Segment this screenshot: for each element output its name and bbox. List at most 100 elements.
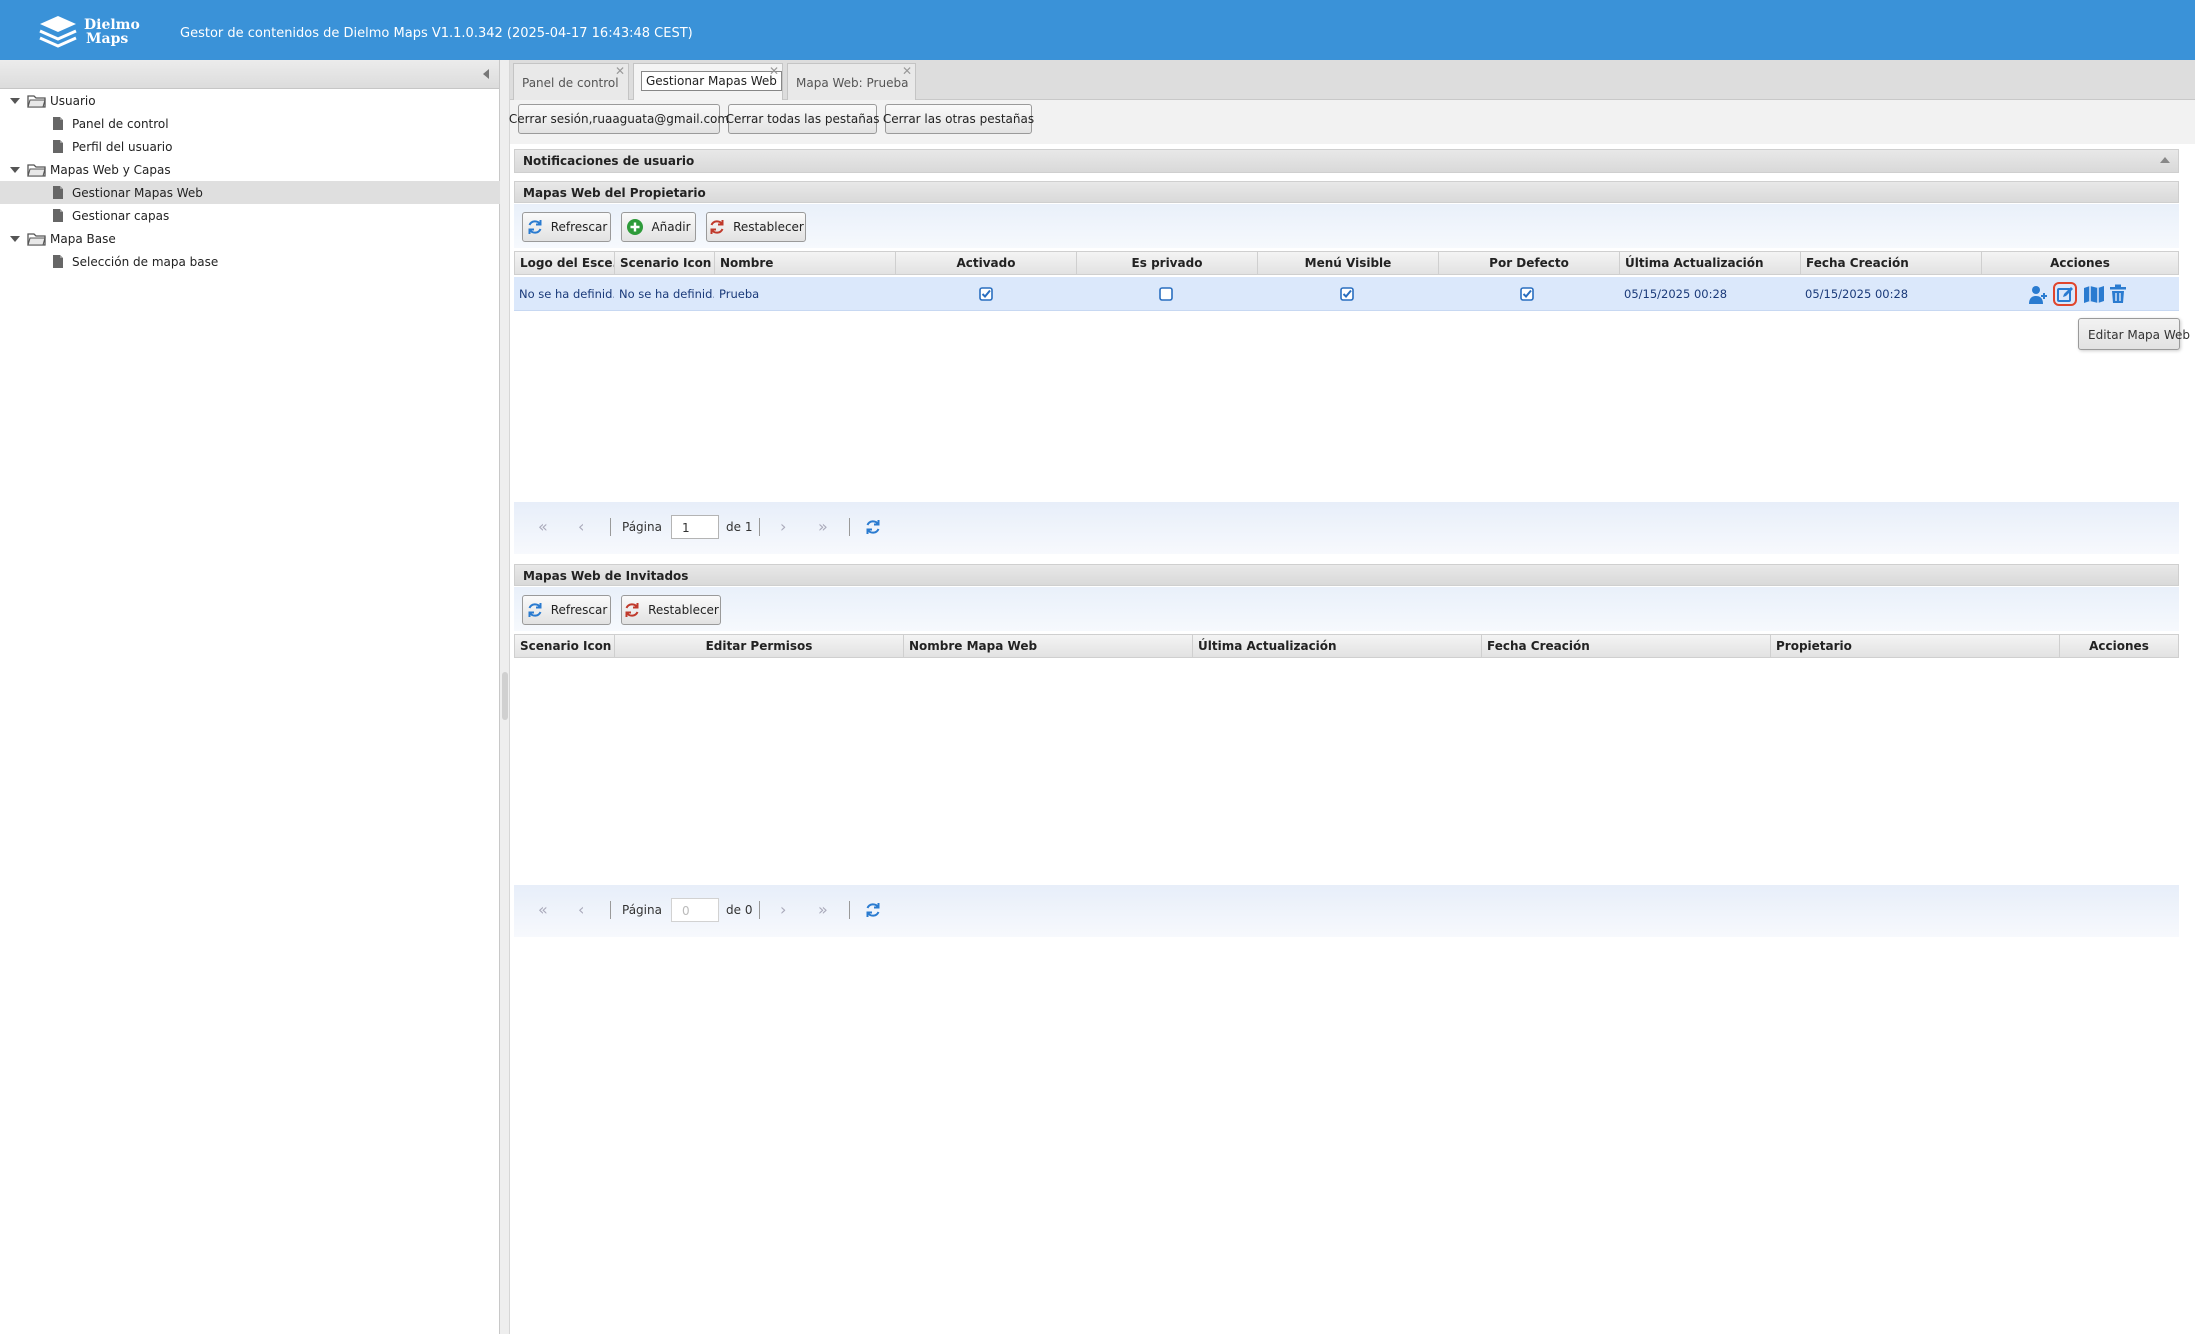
prev-page-icon[interactable]: ‹ <box>578 517 584 536</box>
expand-arrow-icon[interactable] <box>10 98 20 104</box>
column-header-acciones[interactable]: Acciones <box>2060 635 2178 657</box>
column-header-acciones[interactable]: Acciones <box>1982 252 2178 274</box>
por-defecto-checkbox-checked-icon[interactable] <box>1520 287 1534 301</box>
pager-separator <box>610 901 611 919</box>
folder-open-icon <box>27 164 46 177</box>
reload-icon[interactable] <box>864 901 882 919</box>
prev-page-icon[interactable]: ‹ <box>578 900 584 919</box>
expand-arrow-icon[interactable] <box>10 236 20 242</box>
add-button[interactable]: Añadir <box>621 212 696 242</box>
column-header-activado[interactable]: Activado <box>896 252 1077 274</box>
refresh-button[interactable]: Refrescar <box>522 212 611 242</box>
document-icon <box>53 140 63 153</box>
menu-visible-checkbox-checked-icon[interactable] <box>1340 287 1354 301</box>
tab-panel-de-control[interactable]: Panel de control ✕ <box>513 63 629 100</box>
column-header-propietario[interactable]: Propietario <box>1771 635 2060 657</box>
page-label: Página <box>622 903 662 917</box>
app-header: Dielmo Maps Gestor de contenidos de Diel… <box>0 0 2195 60</box>
reset-button[interactable]: Restablecer <box>706 212 806 242</box>
tab-bar: Panel de control ✕ Gestionar Mapas Web ✕… <box>510 60 2195 100</box>
column-header-ultima-actualizacion[interactable]: Última Actualización <box>1193 635 1482 657</box>
dielmo-logo-icon <box>39 16 77 48</box>
tree-item-gestionar-mapas-web[interactable]: Gestionar Mapas Web <box>0 181 500 204</box>
last-page-icon[interactable]: » <box>818 900 828 919</box>
edit-map-highlight[interactable] <box>2053 282 2077 306</box>
close-icon[interactable]: ✕ <box>769 65 779 77</box>
es-privado-checkbox-unchecked-icon[interactable] <box>1159 287 1173 301</box>
column-header-editar-permisos[interactable]: Editar Permisos <box>615 635 904 657</box>
tree-item-seleccion-mapa-base[interactable]: Selección de mapa base <box>0 250 500 273</box>
tab-label: Mapa Web: Prueba <box>796 76 909 90</box>
column-header-por-defecto[interactable]: Por Defecto <box>1439 252 1620 274</box>
close-all-tabs-button[interactable]: Cerrar todas las pestañas <box>726 104 879 134</box>
owner-maps-panel-header: Mapas Web del Propietario <box>514 181 2179 203</box>
expand-arrow-icon[interactable] <box>10 167 20 173</box>
tree-item-label: Mapas Web y Capas <box>50 162 171 177</box>
close-other-tabs-button[interactable]: Cerrar las otras pestañas <box>883 104 1034 134</box>
collapse-panel-icon[interactable] <box>483 69 489 79</box>
reset-icon <box>625 603 639 617</box>
page-number-input[interactable]: 1 <box>671 515 719 539</box>
column-header-fecha-creacion[interactable]: Fecha Creación <box>1482 635 1771 657</box>
reload-icon[interactable] <box>864 518 882 536</box>
close-icon[interactable]: ✕ <box>615 65 625 77</box>
activado-checkbox-checked-icon[interactable] <box>979 287 993 301</box>
cell-nombre: Prueba <box>719 287 760 301</box>
tab-mapa-web-prueba[interactable]: Mapa Web: Prueba ✕ <box>787 63 916 100</box>
next-page-icon[interactable]: › <box>780 900 786 919</box>
tree-item-usuario[interactable]: Usuario <box>0 89 500 112</box>
tab-gestionar-mapas-web[interactable]: Gestionar Mapas Web ✕ <box>633 63 783 100</box>
guest-maps-grid-header: Scenario Icon Editar Permisos Nombre Map… <box>514 634 2179 658</box>
guest-maps-toolbar <box>514 587 2179 631</box>
column-header-scenario-icon[interactable]: Scenario Icon <box>515 635 615 657</box>
close-icon[interactable]: ✕ <box>902 65 912 77</box>
trash-icon[interactable] <box>2109 284 2127 304</box>
next-page-icon[interactable]: › <box>780 517 786 536</box>
folder-open-icon <box>27 233 46 246</box>
splitter-handle[interactable] <box>502 672 508 720</box>
pager-separator <box>759 518 760 536</box>
guest-maps-title: Mapas Web de Invitados <box>523 569 689 583</box>
first-page-icon[interactable]: « <box>538 900 548 919</box>
cell-scenario-icon: No se ha definid... <box>619 287 714 301</box>
refresh-icon <box>528 603 542 617</box>
column-header-scenario-icon[interactable]: Scenario Icon <box>615 252 715 274</box>
collapse-up-icon[interactable] <box>2160 157 2170 163</box>
column-header-ultima-actualizacion[interactable]: Última Actualización <box>1620 252 1801 274</box>
guest-maps-grid-body <box>514 658 2179 883</box>
tree-item-mapas-web-capas[interactable]: Mapas Web y Capas <box>0 158 500 181</box>
tree-item-gestionar-capas[interactable]: Gestionar capas <box>0 204 500 227</box>
refresh-icon <box>528 220 542 234</box>
tree-item-mapa-base[interactable]: Mapa Base <box>0 227 500 250</box>
column-header-fecha-creacion[interactable]: Fecha Creación <box>1801 252 1982 274</box>
notifications-panel-header[interactable]: Notificaciones de usuario <box>514 149 2179 173</box>
tree-item-label: Gestionar capas <box>72 208 170 223</box>
column-header-nombre-mapa-web[interactable]: Nombre Mapa Web <box>904 635 1193 657</box>
logo-line2: Maps <box>86 31 129 47</box>
tree-item-perfil-usuario[interactable]: Perfil del usuario <box>0 135 500 158</box>
column-header-logo[interactable]: Logo del Esce... <box>515 252 615 274</box>
table-row[interactable]: No se ha definid... No se ha definid... … <box>514 277 2179 311</box>
column-header-es-privado[interactable]: Es privado <box>1077 252 1258 274</box>
cell-ultima-actualizacion: 05/15/2025 00:28 <box>1624 287 1728 301</box>
edit-icon[interactable] <box>2057 286 2074 303</box>
share-user-icon[interactable] <box>2028 285 2050 305</box>
reset-label: Restablecer <box>648 603 719 617</box>
guest-maps-pager: « ‹ Página 0 de 0 › » <box>514 885 2179 937</box>
logout-button[interactable]: Cerrar sesión,ruaaguata@gmail.com <box>509 104 729 134</box>
document-icon <box>53 186 63 199</box>
first-page-icon[interactable]: « <box>538 517 548 536</box>
navigation-panel-header <box>0 60 499 89</box>
guest-refresh-button[interactable]: Refrescar <box>522 595 611 625</box>
last-page-icon[interactable]: » <box>818 517 828 536</box>
cell-logo: No se ha definid... <box>519 287 614 301</box>
column-header-nombre[interactable]: Nombre <box>715 252 896 274</box>
column-header-menu-visible[interactable]: Menú Visible <box>1258 252 1439 274</box>
page-count-label: de 0 <box>726 903 753 917</box>
map-icon[interactable] <box>2083 285 2105 304</box>
tree-item-panel-de-control[interactable]: Panel de control <box>0 112 500 135</box>
tree-item-label: Usuario <box>50 93 96 108</box>
owner-maps-grid-header: Logo del Esce... Scenario Icon Nombre Ac… <box>514 251 2179 275</box>
guest-reset-button[interactable]: Restablecer <box>621 595 721 625</box>
page-number-input[interactable]: 0 <box>671 898 719 922</box>
